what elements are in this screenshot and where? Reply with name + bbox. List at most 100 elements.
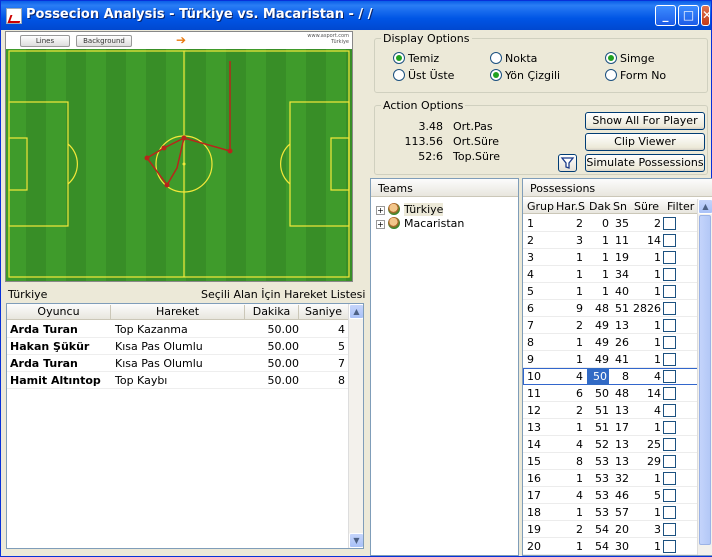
filter-checkbox[interactable] (663, 370, 676, 383)
filter-checkbox[interactable] (663, 523, 676, 536)
table-row[interactable]: Hamit Altıntop Top Kaybı 50.00 8 (7, 372, 349, 389)
filter-checkbox[interactable] (663, 302, 676, 315)
possession-row[interactable]: 9 1 49 41 1 (523, 351, 699, 368)
table-row[interactable]: Arda Turan Top Kazanma 50.00 4 (7, 321, 349, 338)
simulate-possessions-button[interactable]: Simulate Possessions (585, 154, 705, 172)
col-oyuncu[interactable]: Oyuncu (7, 305, 111, 319)
filter-checkbox[interactable] (663, 455, 676, 468)
avg-pass-value: 3.48 (418, 120, 444, 133)
possession-row[interactable]: 19 2 54 20 3 (523, 521, 699, 538)
hars-cell: 1 (576, 251, 583, 264)
possession-row[interactable]: 11 6 50 48 14 (523, 385, 699, 402)
col-hareket[interactable]: Hareket (111, 305, 245, 319)
clip-viewer-button[interactable]: Clip Viewer (585, 133, 705, 151)
possession-row[interactable]: 2 3 1 11 14 (523, 232, 699, 249)
filter-checkbox[interactable] (663, 234, 676, 247)
filter-button[interactable] (558, 154, 577, 172)
pitch-field[interactable] (6, 49, 352, 281)
close-button[interactable]: ✕ (701, 5, 710, 26)
sure-cell: 4 (654, 404, 661, 417)
radio-option[interactable]: Temiz (393, 52, 439, 65)
filter-checkbox[interactable] (663, 336, 676, 349)
col-filter[interactable]: Filter (667, 200, 694, 213)
possession-row[interactable]: 7 2 49 13 1 (523, 317, 699, 334)
possession-row[interactable]: 4 1 1 34 1 (523, 266, 699, 283)
col-sn[interactable]: Sn (613, 200, 627, 213)
possession-row[interactable]: 8 1 49 26 1 (523, 334, 699, 351)
grup-cell: 12 (527, 404, 541, 417)
col-grup[interactable]: Grup (527, 200, 554, 213)
possession-row[interactable]: 16 1 53 32 1 (523, 470, 699, 487)
possessions-scrollbar[interactable]: ▲ (697, 199, 712, 555)
radio-option[interactable]: Form No (605, 69, 666, 82)
possession-row[interactable]: 13 1 51 17 1 (523, 419, 699, 436)
possession-row[interactable]: 1 2 0 35 2 (523, 215, 699, 232)
tree-item-macaristan[interactable]: + Macaristan (376, 217, 464, 231)
background-button[interactable]: Background (76, 35, 132, 47)
possession-row[interactable]: 6 9 48 51 2826 (523, 300, 699, 317)
possession-row[interactable]: 17 4 53 46 5 (523, 487, 699, 504)
filter-checkbox[interactable] (663, 319, 676, 332)
filter-checkbox[interactable] (663, 489, 676, 502)
possession-row[interactable]: 15 8 53 13 29 (523, 453, 699, 470)
filter-checkbox[interactable] (663, 268, 676, 281)
tree-item-turkiye[interactable]: + Türkiye (376, 203, 444, 217)
filter-checkbox[interactable] (663, 387, 676, 400)
possession-row[interactable]: 18 1 53 57 1 (523, 504, 699, 521)
radio-option[interactable]: Üst Üste (393, 69, 454, 82)
grup-cell: 1 (527, 217, 534, 230)
title-bar[interactable]: Posseсion Analysis - Türkiye vs. Macaris… (1, 1, 711, 30)
dak-cell: 49 (595, 336, 609, 349)
radio-circle-icon[interactable] (490, 52, 502, 64)
filter-checkbox[interactable] (663, 506, 676, 519)
filter-checkbox[interactable] (663, 353, 676, 366)
col-dakika[interactable]: Dakika (245, 305, 299, 319)
filter-checkbox[interactable] (663, 438, 676, 451)
expand-icon[interactable]: + (376, 206, 385, 215)
filter-checkbox[interactable] (663, 217, 676, 230)
filter-checkbox[interactable] (663, 540, 676, 553)
col-saniye[interactable]: Saniye (299, 305, 349, 319)
possession-row[interactable]: 5 1 1 40 1 (523, 283, 699, 300)
radio-circle-icon[interactable] (490, 69, 502, 81)
filter-checkbox[interactable] (663, 285, 676, 298)
maximize-button[interactable]: □ (678, 5, 699, 26)
filter-checkbox[interactable] (663, 251, 676, 264)
radio-circle-icon[interactable] (605, 69, 617, 81)
scroll-down-icon[interactable]: ▼ (349, 533, 363, 548)
action-list-grid[interactable]: Oyuncu Hareket Dakika Saniye Arda Turan T… (6, 303, 364, 549)
col-sure[interactable]: Süre (634, 200, 659, 213)
minimize-button[interactable]: _ (655, 5, 676, 26)
col-hars[interactable]: Har.S (556, 200, 585, 213)
col-dak[interactable]: Dak (589, 200, 611, 213)
table-row[interactable]: Arda Turan Kısa Pas Olumlu 50.00 7 (7, 355, 349, 372)
possession-row[interactable]: 10 4 50 8 4 (523, 368, 699, 385)
possession-row[interactable]: 21254454 (523, 555, 699, 556)
scroll-up-icon[interactable]: ▲ (698, 199, 712, 214)
arrow-right-icon[interactable]: ➔ (176, 34, 186, 46)
filter-checkbox[interactable] (663, 472, 676, 485)
radio-option[interactable]: Simge (605, 52, 655, 65)
scroll-thumb[interactable] (699, 215, 711, 545)
possession-row[interactable]: 12 2 51 13 4 (523, 402, 699, 419)
radio-option[interactable]: Yön Çizgili (490, 69, 560, 82)
action-list-scrollbar[interactable]: ▲ ▼ (348, 304, 363, 548)
table-row[interactable]: Hakan Şükür Kısa Pas Olumlu 50.00 5 (7, 338, 349, 355)
radio-circle-icon[interactable] (393, 69, 405, 81)
lines-button[interactable]: Lines (20, 35, 70, 47)
show-all-for-player-button[interactable]: Show All For Player (585, 112, 705, 130)
filter-checkbox[interactable] (663, 421, 676, 434)
radio-option[interactable]: Nokta (490, 52, 537, 65)
teams-panel: Teams + Türkiye + Macaristan (370, 178, 519, 556)
possession-row[interactable]: 14 4 52 13 25 (523, 436, 699, 453)
possession-row[interactable]: 3 1 1 19 1 (523, 249, 699, 266)
grup-cell: 3 (527, 251, 534, 264)
radio-circle-icon[interactable] (605, 52, 617, 64)
grup-cell: 10 (527, 370, 541, 383)
scroll-up-icon[interactable]: ▲ (349, 304, 363, 319)
filter-checkbox[interactable] (663, 404, 676, 417)
hars-cell: 1 (576, 506, 583, 519)
radio-circle-icon[interactable] (393, 52, 405, 64)
expand-icon[interactable]: + (376, 220, 385, 229)
possession-row[interactable]: 20 1 54 30 1 (523, 538, 699, 555)
